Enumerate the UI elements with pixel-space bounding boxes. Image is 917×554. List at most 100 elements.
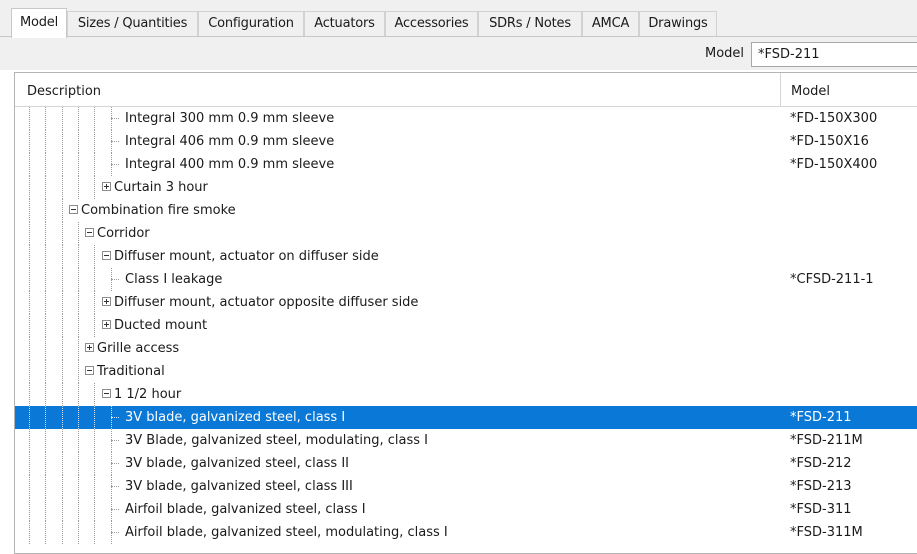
model-input[interactable] [751, 42, 917, 67]
tree-row[interactable]: Combination fire smoke [15, 199, 917, 222]
tab-amca[interactable]: AMCA [582, 11, 639, 36]
tree-guide-line [62, 176, 63, 199]
tree-guide-line [78, 452, 79, 475]
tree-row[interactable]: 3V blade, galvanized steel, class II *FSD… [15, 452, 917, 475]
tree-row[interactable]: Curtain 3 hour [15, 176, 917, 199]
model-tree-grid[interactable]: Description Model Integral 300 mm 0.9 mm… [14, 72, 917, 554]
tree-guide-line [62, 107, 63, 130]
tree-guide-line [78, 130, 79, 153]
tab-configuration[interactable]: Configuration [198, 11, 304, 36]
tree-guide-line [94, 130, 95, 153]
tree-row[interactable]: 1 1/2 hour [15, 383, 917, 406]
row-description: Airfoil blade, galvanized steel, class I [125, 502, 366, 517]
tree-guide-line [94, 475, 95, 498]
tree-guide-line [62, 153, 63, 176]
tree-guide-line [45, 337, 46, 360]
row-model: *FD-150X300 [790, 111, 878, 126]
column-header-model[interactable]: Model [791, 73, 830, 106]
row-model: *FSD-211 [790, 410, 852, 425]
tree-guide-line [94, 406, 95, 429]
collapse-minus-icon[interactable] [85, 228, 94, 237]
tree-guide-line [29, 130, 30, 153]
column-divider[interactable] [780, 73, 781, 106]
row-description: Grille access [97, 341, 180, 356]
tree-guide-line [62, 314, 63, 337]
tree-row[interactable]: Airfoil blade, galvanized steel, modulat… [15, 521, 917, 544]
collapse-minus-icon[interactable] [102, 389, 111, 398]
tree-guide-line [62, 475, 63, 498]
expand-plus-icon[interactable] [85, 343, 94, 352]
tree-row[interactable]: 3V Blade, galvanized steel, modulating, … [15, 429, 917, 452]
tree-guide-line [94, 268, 95, 291]
tree-guide-line [45, 498, 46, 521]
tree-guide-line [78, 291, 79, 314]
tree-guide-line [29, 475, 30, 498]
row-description: 1 1/2 hour [114, 387, 182, 402]
tree-elbow-line [111, 417, 119, 418]
expand-plus-icon[interactable] [102, 297, 111, 306]
tree-guide-line [62, 337, 63, 360]
column-header-description[interactable]: Description [27, 73, 101, 106]
tree-guide-line [45, 521, 46, 544]
tree-guide-line [78, 222, 79, 245]
collapse-minus-icon[interactable] [69, 205, 78, 214]
tree-row[interactable]: Airfoil blade, galvanized steel, class I… [15, 498, 917, 521]
tree-row-selected[interactable]: 3V blade, galvanized steel, class I *FSD-… [15, 406, 917, 429]
tree-guide-line [62, 429, 63, 452]
tree-elbow-line [111, 141, 119, 142]
tree-guide-line [94, 383, 95, 406]
row-description: Corridor [97, 226, 150, 241]
row-description: Class I leakage [125, 272, 223, 287]
tree-row[interactable]: Diffuser mount, actuator on diffuser sid… [15, 245, 917, 268]
tree-guide-line [78, 268, 79, 291]
tree-elbow-line [111, 486, 119, 487]
tree-row[interactable]: Diffuser mount, actuator opposite diffus… [15, 291, 917, 314]
tree-row[interactable]: Ducted mount [15, 314, 917, 337]
tree-row[interactable]: Integral 406 mm 0.9 mm sleeve *FD-150X16 [15, 130, 917, 153]
row-description: Combination fire smoke [81, 203, 236, 218]
tab-model[interactable]: Model [11, 8, 67, 38]
tree-guide-line [45, 360, 46, 383]
tree-row[interactable]: Corridor [15, 222, 917, 245]
tab-sdrs-notes[interactable]: SDRs / Notes [478, 11, 582, 36]
tree-guide-line [29, 199, 30, 222]
tree-guide-line [62, 406, 63, 429]
tree-elbow-line [111, 279, 119, 280]
tree-row[interactable]: Class I leakage *CFSD-211-1 [15, 268, 917, 291]
expand-plus-icon[interactable] [102, 182, 111, 191]
tab-sizes-quantities[interactable]: Sizes / Quantities [67, 11, 198, 36]
tree-guide-line [29, 222, 30, 245]
tab-accessories[interactable]: Accessories [385, 11, 478, 36]
tree-guide-line [29, 498, 30, 521]
row-description: Airfoil blade, galvanized steel, modulat… [125, 525, 448, 540]
row-model: *FD-150X16 [790, 134, 869, 149]
tree-guide-line [62, 268, 63, 291]
tree-guide-line [78, 176, 79, 199]
tree-row[interactable]: Integral 400 mm 0.9 mm sleeve *FD-150X400 [15, 153, 917, 176]
tree-guide-line [29, 245, 30, 268]
tree-guide-line [29, 107, 30, 130]
tree-guide-line [45, 153, 46, 176]
collapse-minus-icon[interactable] [85, 366, 94, 375]
tree-guide-line [62, 130, 63, 153]
expand-plus-icon[interactable] [102, 320, 111, 329]
tree-guide-line [94, 291, 95, 314]
row-description: Diffuser mount, actuator opposite diffus… [114, 295, 419, 310]
row-model: *CFSD-211-1 [790, 272, 874, 287]
tree-row[interactable]: Integral 300 mm 0.9 mm sleeve *FD-150X300 [15, 107, 917, 130]
row-description: 3V blade, galvanized steel, class III [125, 479, 353, 494]
tab-actuators[interactable]: Actuators [304, 11, 385, 36]
row-description: Ducted mount [114, 318, 208, 333]
tree-row[interactable]: 3V blade, galvanized steel, class III *FS… [15, 475, 917, 498]
tree-guide-line [29, 291, 30, 314]
tree-elbow-line [111, 164, 119, 165]
tree-row[interactable]: Traditional [15, 360, 917, 383]
tree-guide-line [45, 291, 46, 314]
tree-elbow-line [111, 532, 119, 533]
tab-drawings[interactable]: Drawings [639, 11, 717, 36]
tree-elbow-line [111, 509, 119, 510]
row-description: Integral 400 mm 0.9 mm sleeve [125, 157, 335, 172]
tree-row[interactable]: Grille access [15, 337, 917, 360]
tree-guide-line [62, 245, 63, 268]
collapse-minus-icon[interactable] [102, 251, 111, 260]
